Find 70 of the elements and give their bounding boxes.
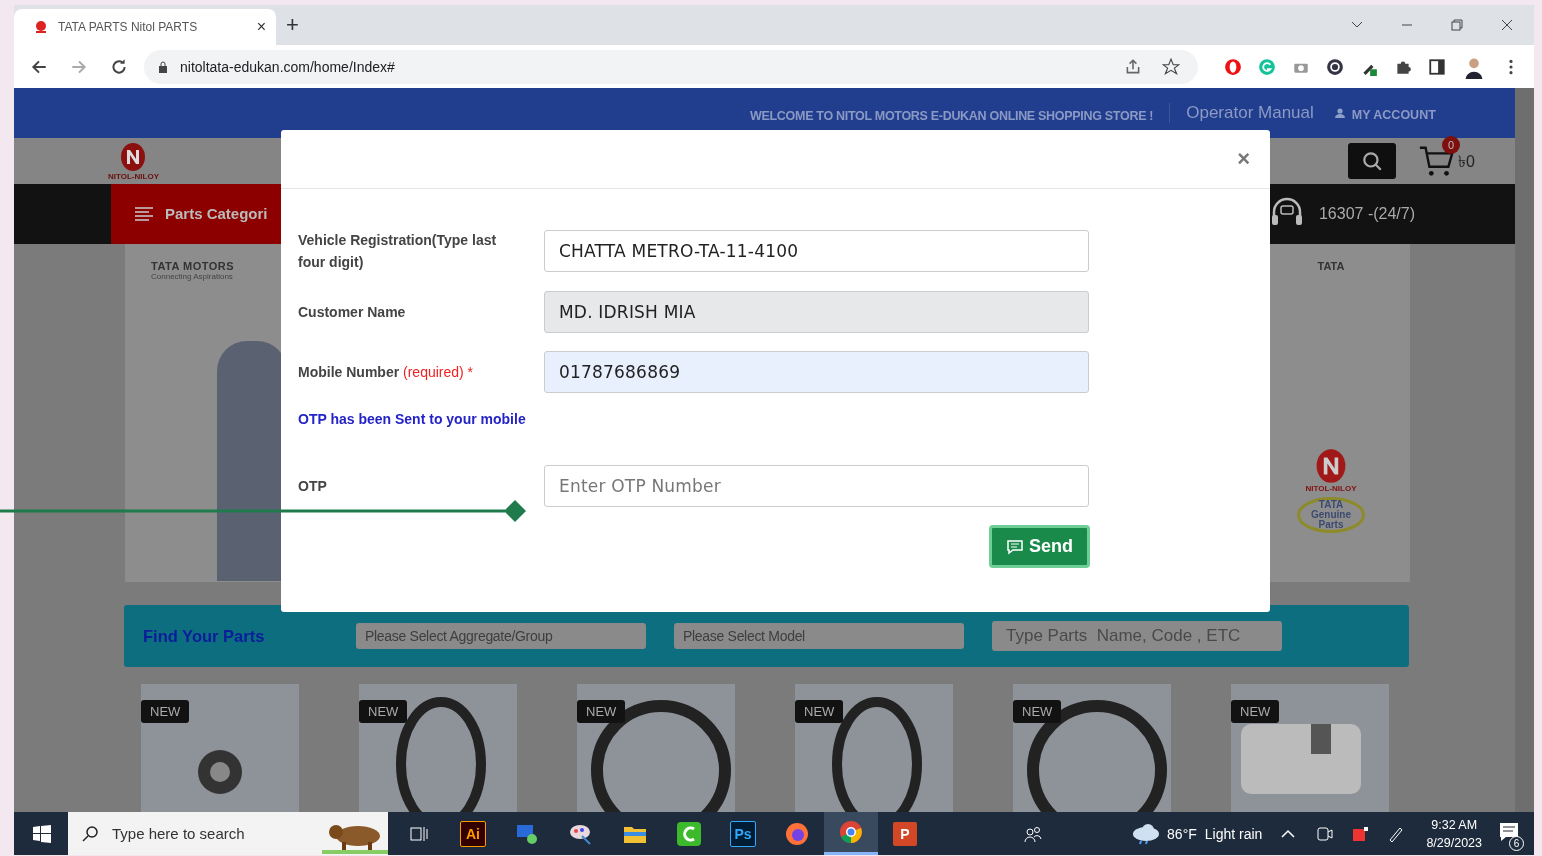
browser-logo-icon [838,819,864,845]
taskbar-app-button[interactable]: Ps [716,812,770,855]
weather-cloud-icon[interactable] [1131,822,1162,845]
field-label: OTP [298,477,328,496]
new-badge: NEW [795,700,844,723]
logo-text: NITOL-NILOY [1305,483,1357,493]
cart-total: ৳0 [1458,152,1475,173]
logo-icon [34,20,48,34]
weather-condition[interactable]: Light rain [1204,825,1263,842]
address-bar[interactable]: nitoltata-edukan.com/home/Index# [144,49,1198,84]
notification-count: 6 [1509,835,1524,851]
cart-count-badge: 0 [1442,136,1461,155]
star-icon[interactable] [1162,57,1180,76]
user-icon [1333,107,1346,120]
weather-temperature[interactable]: 86°F [1167,825,1197,842]
logo-text: NITOL-NILOY [108,171,159,181]
find-parts-title: Find Your Parts [143,626,266,646]
side-panel-icon[interactable] [1428,57,1446,76]
new-badge: NEW [1231,700,1280,723]
taskbar-search-field[interactable]: Type here to search [68,812,388,855]
search-button[interactable] [1348,143,1397,180]
new-badge: NEW [359,700,408,723]
genuine-parts-badge: TATA Genuine Parts [1297,496,1365,533]
send-button[interactable]: Send [989,525,1090,568]
taskbar-app-button[interactable]: Ai [446,812,500,855]
app-logo-icon [676,820,702,847]
product-photo[interactable]: NEW [1013,684,1171,812]
clock-date[interactable]: 8/29/2023 [1426,833,1482,852]
text-field[interactable]: CHATTA METRO-TA-11-4100 [544,230,1089,272]
new-tab-button[interactable]: + [286,12,299,38]
field-label: Customer Name [298,303,407,322]
restore-icon[interactable] [1450,18,1464,32]
product-photo[interactable]: NEW [795,684,953,812]
taskbar-app-button[interactable]: P [878,812,932,855]
windows-start-icon[interactable] [32,823,52,844]
brand-logo-text: TATA [1317,259,1345,272]
tab-title: TATA PARTS Nitol PARTS [58,20,199,34]
hotline-number: 16307 -(24/7) [1318,204,1415,223]
product-photo[interactable]: NEW [577,684,735,812]
text-field[interactable]: 01787686869 [544,351,1089,393]
extension-icon[interactable] [1326,57,1344,76]
product-photo[interactable]: NEW [141,684,299,812]
field-label: Mobile Number (required) * [298,363,475,382]
share-icon[interactable] [1124,57,1142,76]
parts-search-field[interactable]: Type Parts Name, Code , ETC [992,621,1282,652]
search-icon [82,824,100,843]
clock-time[interactable]: 9:32 AM [1431,815,1478,834]
reload-icon[interactable] [110,57,128,76]
product-photo[interactable]: NEW [359,684,517,812]
search-icon [1361,150,1384,173]
close-icon[interactable] [1500,18,1514,32]
lock-icon [158,60,168,73]
welcome-text: WELCOME TO NITOL MOTORS E-DUKAN ONLINE SHOPPING STORE ! [750,108,1154,124]
menu-icon [135,206,153,221]
product-photo[interactable]: NEW [1231,684,1389,812]
browser-logo-icon [784,820,810,847]
close-tab-button[interactable]: × [256,18,266,36]
close-button[interactable]: × [1237,146,1250,172]
brand-logo-text: TATA MOTORS [151,259,236,272]
new-badge: NEW [1013,700,1062,723]
otp-sent-message: OTP has been Sent to your mobile [298,411,527,427]
new-badge: NEW [577,700,626,723]
operator-manual-link[interactable]: Operator Manual [1186,103,1314,124]
my-account-link[interactable]: MY ACCOUNT [1351,104,1436,123]
brand-tagline: Connecting Aspirations [151,271,234,281]
otp-field[interactable]: Enter OTP Number [544,465,1089,507]
radiator-cap-drawing [198,750,242,794]
message-icon [1006,538,1024,555]
browser-tab[interactable]: TATA PARTS Nitol PARTS × [14,9,276,45]
new-badge: NEW [141,700,190,723]
